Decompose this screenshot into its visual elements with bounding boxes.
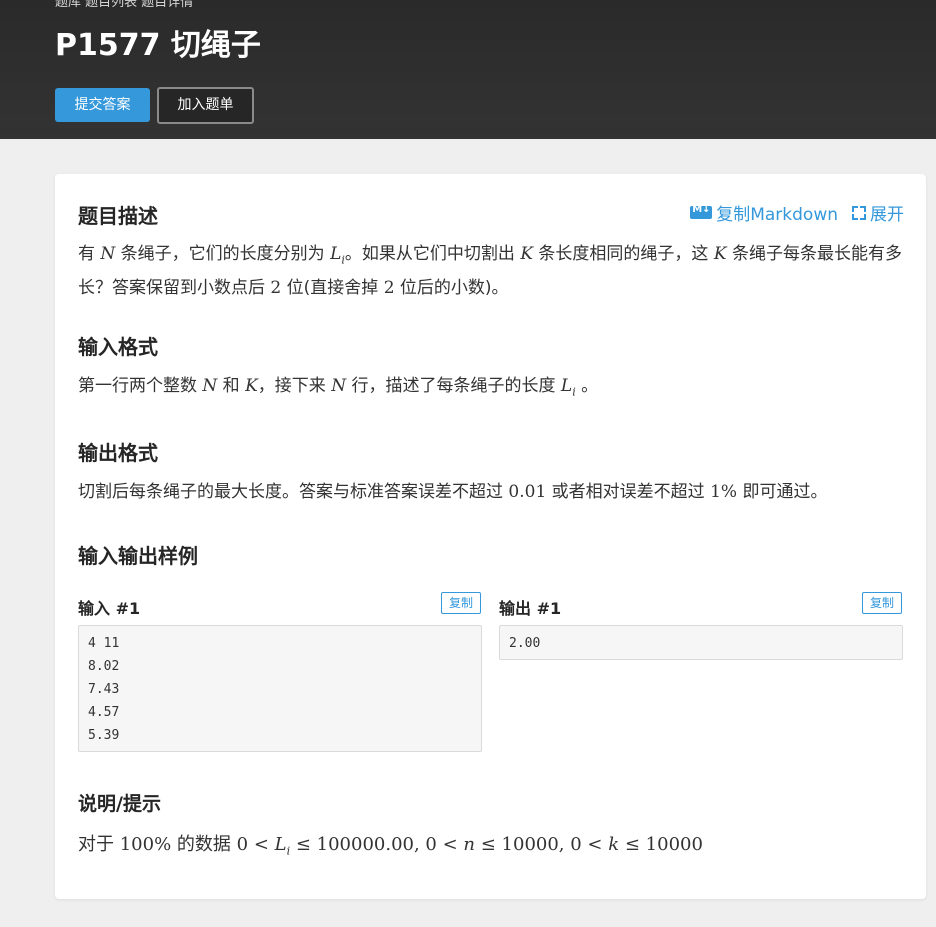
input-format-text: 第一行两个整数 N 和 K，接下来 N 行，描述了每条绳子的长度 Li 。 (78, 376, 599, 399)
copy-markdown-link[interactable]: 复制Markdown (716, 200, 838, 225)
add-to-list-button[interactable]: 加入题单 (157, 87, 254, 124)
description-heading: 题目描述 (78, 204, 158, 228)
description-text: 有 N 条绳子，它们的长度分别为 Li。如果从它们中切割出 K 条长度相同的绳子… (78, 244, 902, 299)
expand-link[interactable]: 展开 (870, 200, 904, 225)
sample-input-label: 输入 #1 (78, 599, 141, 618)
problem-header: 题库 题目列表 题目详情 P1577 切绳子 提交答案 加入题单 (0, 0, 936, 139)
code-line: 4 11 (88, 636, 120, 651)
copy-output-button[interactable]: 复制 (862, 592, 902, 614)
hint-heading: 说明/提示 (78, 793, 161, 815)
code-line: 4.57 (88, 705, 120, 720)
hint-text: 对于 100% 的数据 0 < Li ≤ 100000.00, 0 < n ≤ … (78, 834, 703, 858)
top-actions: 复制Markdown 展开 (690, 200, 904, 225)
page-title: P1577 切绳子 (55, 28, 261, 63)
problem-card: 题目描述 复制Markdown 展开 有 N 条绳子，它们的长度分别为 Li。如… (55, 174, 926, 899)
input-format-heading: 输入格式 (78, 335, 158, 359)
code-line: 5.39 (88, 728, 120, 743)
output-format-text: 切割后每条绳子的最大长度。答案与标准答案误差不超过 0.01 或者相对误差不超过… (78, 482, 828, 502)
code-line: 8.02 (88, 659, 120, 674)
output-format-heading: 输出格式 (78, 441, 158, 465)
submit-answer-button[interactable]: 提交答案 (55, 88, 150, 122)
markdown-icon[interactable] (690, 204, 713, 219)
sample-output-label: 输出 #1 (499, 599, 562, 618)
code-line: 7.43 (88, 682, 120, 697)
samples-heading: 输入输出样例 (78, 544, 198, 568)
sample-input-box[interactable]: 4 11 8.02 7.43 4.57 5.39 (78, 625, 482, 752)
sample-output-box[interactable]: 2.00 (499, 625, 903, 660)
copy-input-button[interactable]: 复制 (441, 592, 481, 614)
expand-icon[interactable] (852, 205, 866, 220)
breadcrumb[interactable]: 题库 题目列表 题目详情 (55, 0, 193, 10)
code-line: 2.00 (509, 636, 541, 651)
